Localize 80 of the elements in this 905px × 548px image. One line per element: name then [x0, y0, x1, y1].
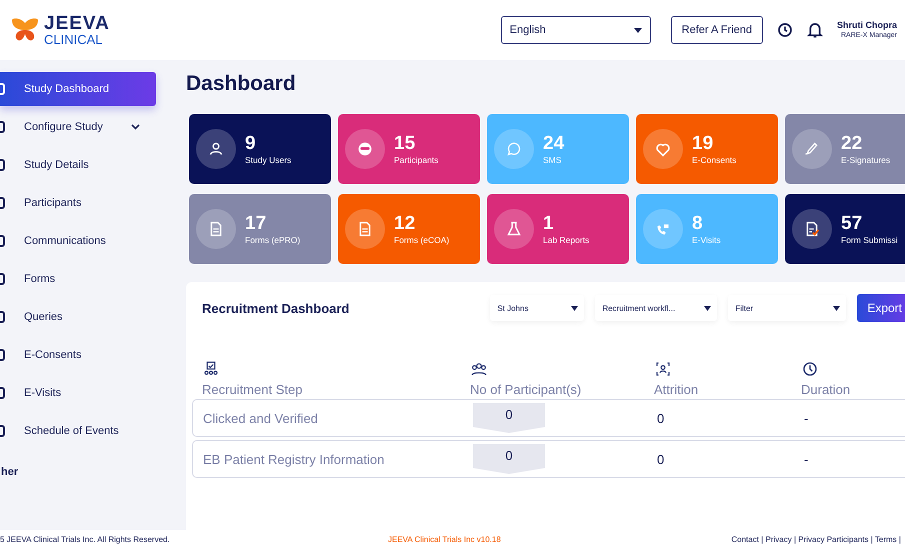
sidebar-item[interactable]: Schedule of Events — [0, 414, 156, 448]
sidebar-item[interactable]: Forms — [0, 262, 156, 296]
chevron-down-icon — [131, 124, 140, 130]
stat-tile[interactable]: 15 Participants — [338, 114, 480, 184]
table-cell-text: 0 — [657, 452, 666, 466]
stat-tile[interactable]: 1 Lab Reports — [487, 194, 629, 264]
link-separator: | — [870, 534, 873, 544]
filter-dropdown[interactable]: Filter — [728, 295, 846, 321]
footer-link[interactable]: Terms — [874, 534, 897, 544]
column-header: Duration — [801, 382, 852, 397]
table-cell-text: Clicked and Verified — [203, 410, 319, 426]
column-header: Recruitment Step — [202, 382, 304, 397]
step-icon — [202, 360, 220, 378]
version-text: JEEVA Clinical Trials Inc v10.18 — [388, 534, 502, 544]
clock-icon[interactable] — [777, 22, 793, 38]
column-header: Attrition — [654, 382, 700, 397]
stat-tile[interactable]: 57 Form Submissi — [785, 194, 905, 264]
sidebar-item[interactable]: Communications — [0, 224, 156, 258]
table-cell-text: 0 — [657, 410, 666, 426]
sidebar-section-label: her — [0, 466, 20, 478]
stat-value: 24 — [543, 132, 564, 156]
page-title: Dashboard — [186, 72, 297, 96]
caret-icon — [634, 28, 642, 32]
sidebar-item[interactable]: E-Visits — [0, 376, 156, 410]
user-name: Shruti Chopra — [837, 20, 897, 32]
footer-link[interactable]: Privacy Participants — [798, 534, 869, 544]
copyright-text: 5 JEEVA Clinical Trials Inc. All Rights Reserved. — [0, 534, 171, 544]
footer-link[interactable]: Privacy — [765, 534, 792, 544]
stat-tile[interactable]: 9 Study Users — [189, 114, 331, 184]
stat-label: Participants — [394, 155, 438, 166]
bell-icon[interactable] — [807, 21, 823, 39]
group-icon — [470, 360, 488, 378]
caret-icon — [833, 306, 840, 310]
person-icon — [654, 360, 672, 378]
stat-label: E-Visits — [692, 235, 721, 246]
stat-value: 19 — [692, 132, 714, 156]
export-button[interactable]: Export — [857, 294, 905, 322]
stat-value: 8 — [692, 212, 704, 236]
table-cell-text: EB Patient Registry Information — [203, 452, 386, 466]
clock-icon — [801, 360, 819, 378]
stat-value: 9 — [245, 132, 257, 156]
link-separator: | — [794, 534, 796, 544]
refer-friend-button[interactable]: Refer A Friend — [670, 16, 763, 44]
stat-label: E-Consents — [692, 155, 736, 166]
logo-subtext: CLINICAL — [44, 33, 104, 46]
filter-dropdown[interactable]: Recruitment workfl... — [595, 295, 718, 321]
caret-icon — [571, 306, 578, 310]
sidebar-item[interactable]: Study Details — [0, 148, 156, 182]
sidebar-item[interactable]: Participants — [0, 186, 156, 220]
stat-label: Form Submissi — [841, 235, 898, 246]
link-separator: | — [761, 534, 764, 544]
stat-value: 1 — [543, 212, 555, 236]
participant-count: 0 — [473, 403, 545, 433]
stat-value: 15 — [394, 132, 416, 156]
stat-label: Lab Reports — [543, 235, 590, 246]
stat-label: Forms (eCOA) — [394, 235, 450, 246]
footer-link[interactable]: Contact — [731, 534, 759, 544]
sidebar-item[interactable]: Study Dashboard — [0, 72, 156, 106]
table-cell-text: - — [804, 452, 810, 466]
sidebar-item[interactable]: Queries — [0, 300, 156, 334]
card-title: Recruitment Dashboard — [202, 300, 350, 316]
table-cell-text: - — [804, 410, 810, 426]
stat-value: 22 — [841, 132, 864, 156]
sidebar-item[interactable]: E-Consents — [0, 338, 156, 372]
stat-value: 12 — [394, 212, 416, 236]
participant-count: 0 — [473, 444, 545, 474]
stat-value: 57 — [841, 212, 864, 236]
language-dropdown[interactable]: English — [500, 16, 651, 44]
stat-value: 17 — [245, 212, 268, 236]
stat-label: Forms (ePRO) — [245, 235, 300, 246]
stat-label: E-Signatures — [841, 155, 890, 166]
sidebar-item[interactable]: Configure Study — [0, 110, 156, 144]
column-header: No of Participant(s) — [470, 382, 582, 397]
filter-dropdown[interactable]: St Johns — [490, 295, 584, 321]
logo-text: JEEVA — [44, 14, 110, 33]
butterfly-logo-icon — [10, 17, 40, 43]
stat-label: Study Users — [245, 155, 292, 166]
stat-label: SMS — [543, 155, 562, 166]
link-separator: | — [898, 534, 901, 544]
caret-icon — [704, 306, 712, 310]
